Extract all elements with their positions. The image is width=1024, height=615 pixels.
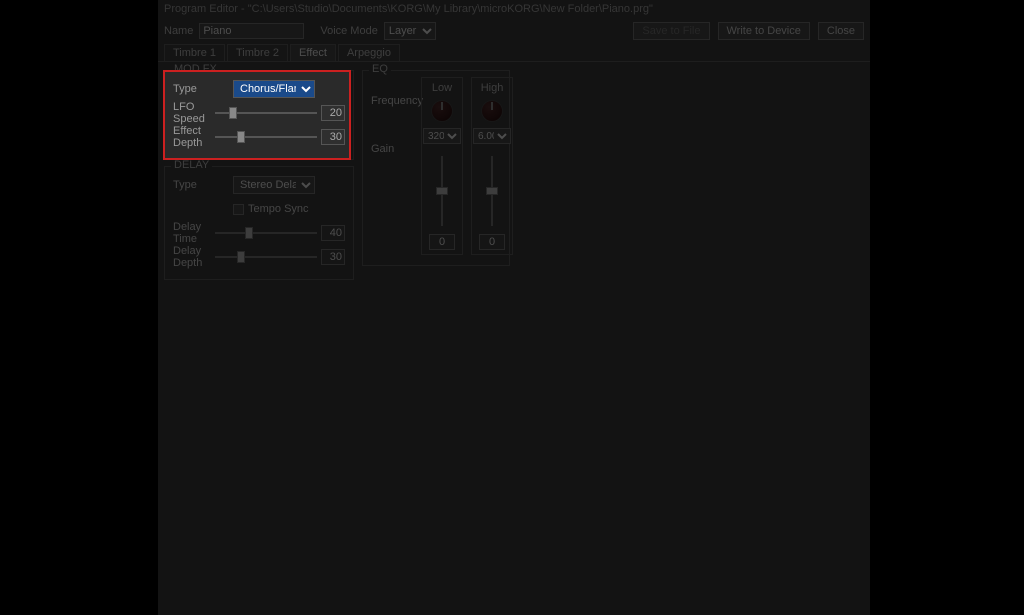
modfx-group: MOD FX Type Chorus/Flanger LFO Speed 20 … <box>164 70 354 160</box>
delay-time-slider[interactable] <box>215 226 317 240</box>
name-input[interactable] <box>199 23 304 39</box>
delay-depth-label: Delay Depth <box>173 245 211 269</box>
eq-high-freq-knob[interactable] <box>481 100 503 122</box>
tempo-sync-label: Tempo Sync <box>248 203 309 215</box>
tab-bar: Timbre 1 Timbre 2 Effect Arpeggio <box>158 42 870 62</box>
eq-gain-label: Gain <box>371 143 419 155</box>
modfx-depth-label: Effect Depth <box>173 125 211 149</box>
tab-arpeggio[interactable]: Arpeggio <box>338 44 400 61</box>
write-to-device-button[interactable]: Write to Device <box>718 22 810 40</box>
tab-timbre1[interactable]: Timbre 1 <box>164 44 225 61</box>
name-label: Name <box>164 25 193 37</box>
eq-high-column: High 6.00KH 0 <box>471 77 513 255</box>
eq-high-gain-value[interactable]: 0 <box>479 234 505 250</box>
eq-low-column: Low 320Hz 0 <box>421 77 463 255</box>
effect-page: MOD FX Type Chorus/Flanger LFO Speed 20 … <box>158 62 870 288</box>
modfx-lfo-slider[interactable] <box>215 106 317 120</box>
eq-low-gain-slider[interactable] <box>435 156 449 226</box>
delay-time-label: Delay Time <box>173 221 211 245</box>
eq-frequency-label: Frequency <box>371 95 419 107</box>
delay-depth-value[interactable]: 30 <box>321 249 345 265</box>
modfx-depth-slider[interactable] <box>215 130 317 144</box>
close-button[interactable]: Close <box>818 22 864 40</box>
tempo-sync-checkbox[interactable]: Tempo Sync <box>233 203 309 215</box>
modfx-type-label: Type <box>173 83 229 95</box>
voice-mode-label: Voice Mode <box>320 25 377 37</box>
delay-type-label: Type <box>173 179 229 191</box>
eq-low-freq-knob[interactable] <box>431 100 453 122</box>
eq-legend: EQ <box>369 63 391 75</box>
eq-high-label: High <box>481 82 504 94</box>
program-editor-window: Program Editor - "C:\Users\Studio\Docume… <box>158 0 870 615</box>
delay-depth-slider[interactable] <box>215 250 317 264</box>
delay-group: DELAY Type Stereo Delay Tempo Sync Delay… <box>164 166 354 280</box>
modfx-lfo-label: LFO Speed <box>173 101 211 125</box>
eq-high-gain-slider[interactable] <box>485 156 499 226</box>
eq-low-label: Low <box>432 82 452 94</box>
eq-low-freq-select[interactable]: 320Hz <box>423 128 461 144</box>
modfx-type-select[interactable]: Chorus/Flanger <box>233 80 315 98</box>
eq-group: EQ Frequency Gain Low 320Hz 0 High <box>362 70 510 266</box>
eq-high-freq-select[interactable]: 6.00KH <box>473 128 511 144</box>
eq-low-gain-value[interactable]: 0 <box>429 234 455 250</box>
tab-effect[interactable]: Effect <box>290 44 336 61</box>
checkbox-icon <box>233 204 244 215</box>
voice-mode-select[interactable]: Layer <box>384 22 436 40</box>
tab-timbre2[interactable]: Timbre 2 <box>227 44 288 61</box>
toolbar: Name Voice Mode Layer Save to File Write… <box>158 20 870 42</box>
delay-legend: DELAY <box>171 159 212 171</box>
modfx-depth-value[interactable]: 30 <box>321 129 345 145</box>
delay-time-value[interactable]: 40 <box>321 225 345 241</box>
window-title: Program Editor - "C:\Users\Studio\Docume… <box>158 0 870 20</box>
save-to-file-button[interactable]: Save to File <box>633 22 709 40</box>
delay-type-select[interactable]: Stereo Delay <box>233 176 315 194</box>
modfx-legend: MOD FX <box>171 63 220 75</box>
modfx-lfo-value[interactable]: 20 <box>321 105 345 121</box>
